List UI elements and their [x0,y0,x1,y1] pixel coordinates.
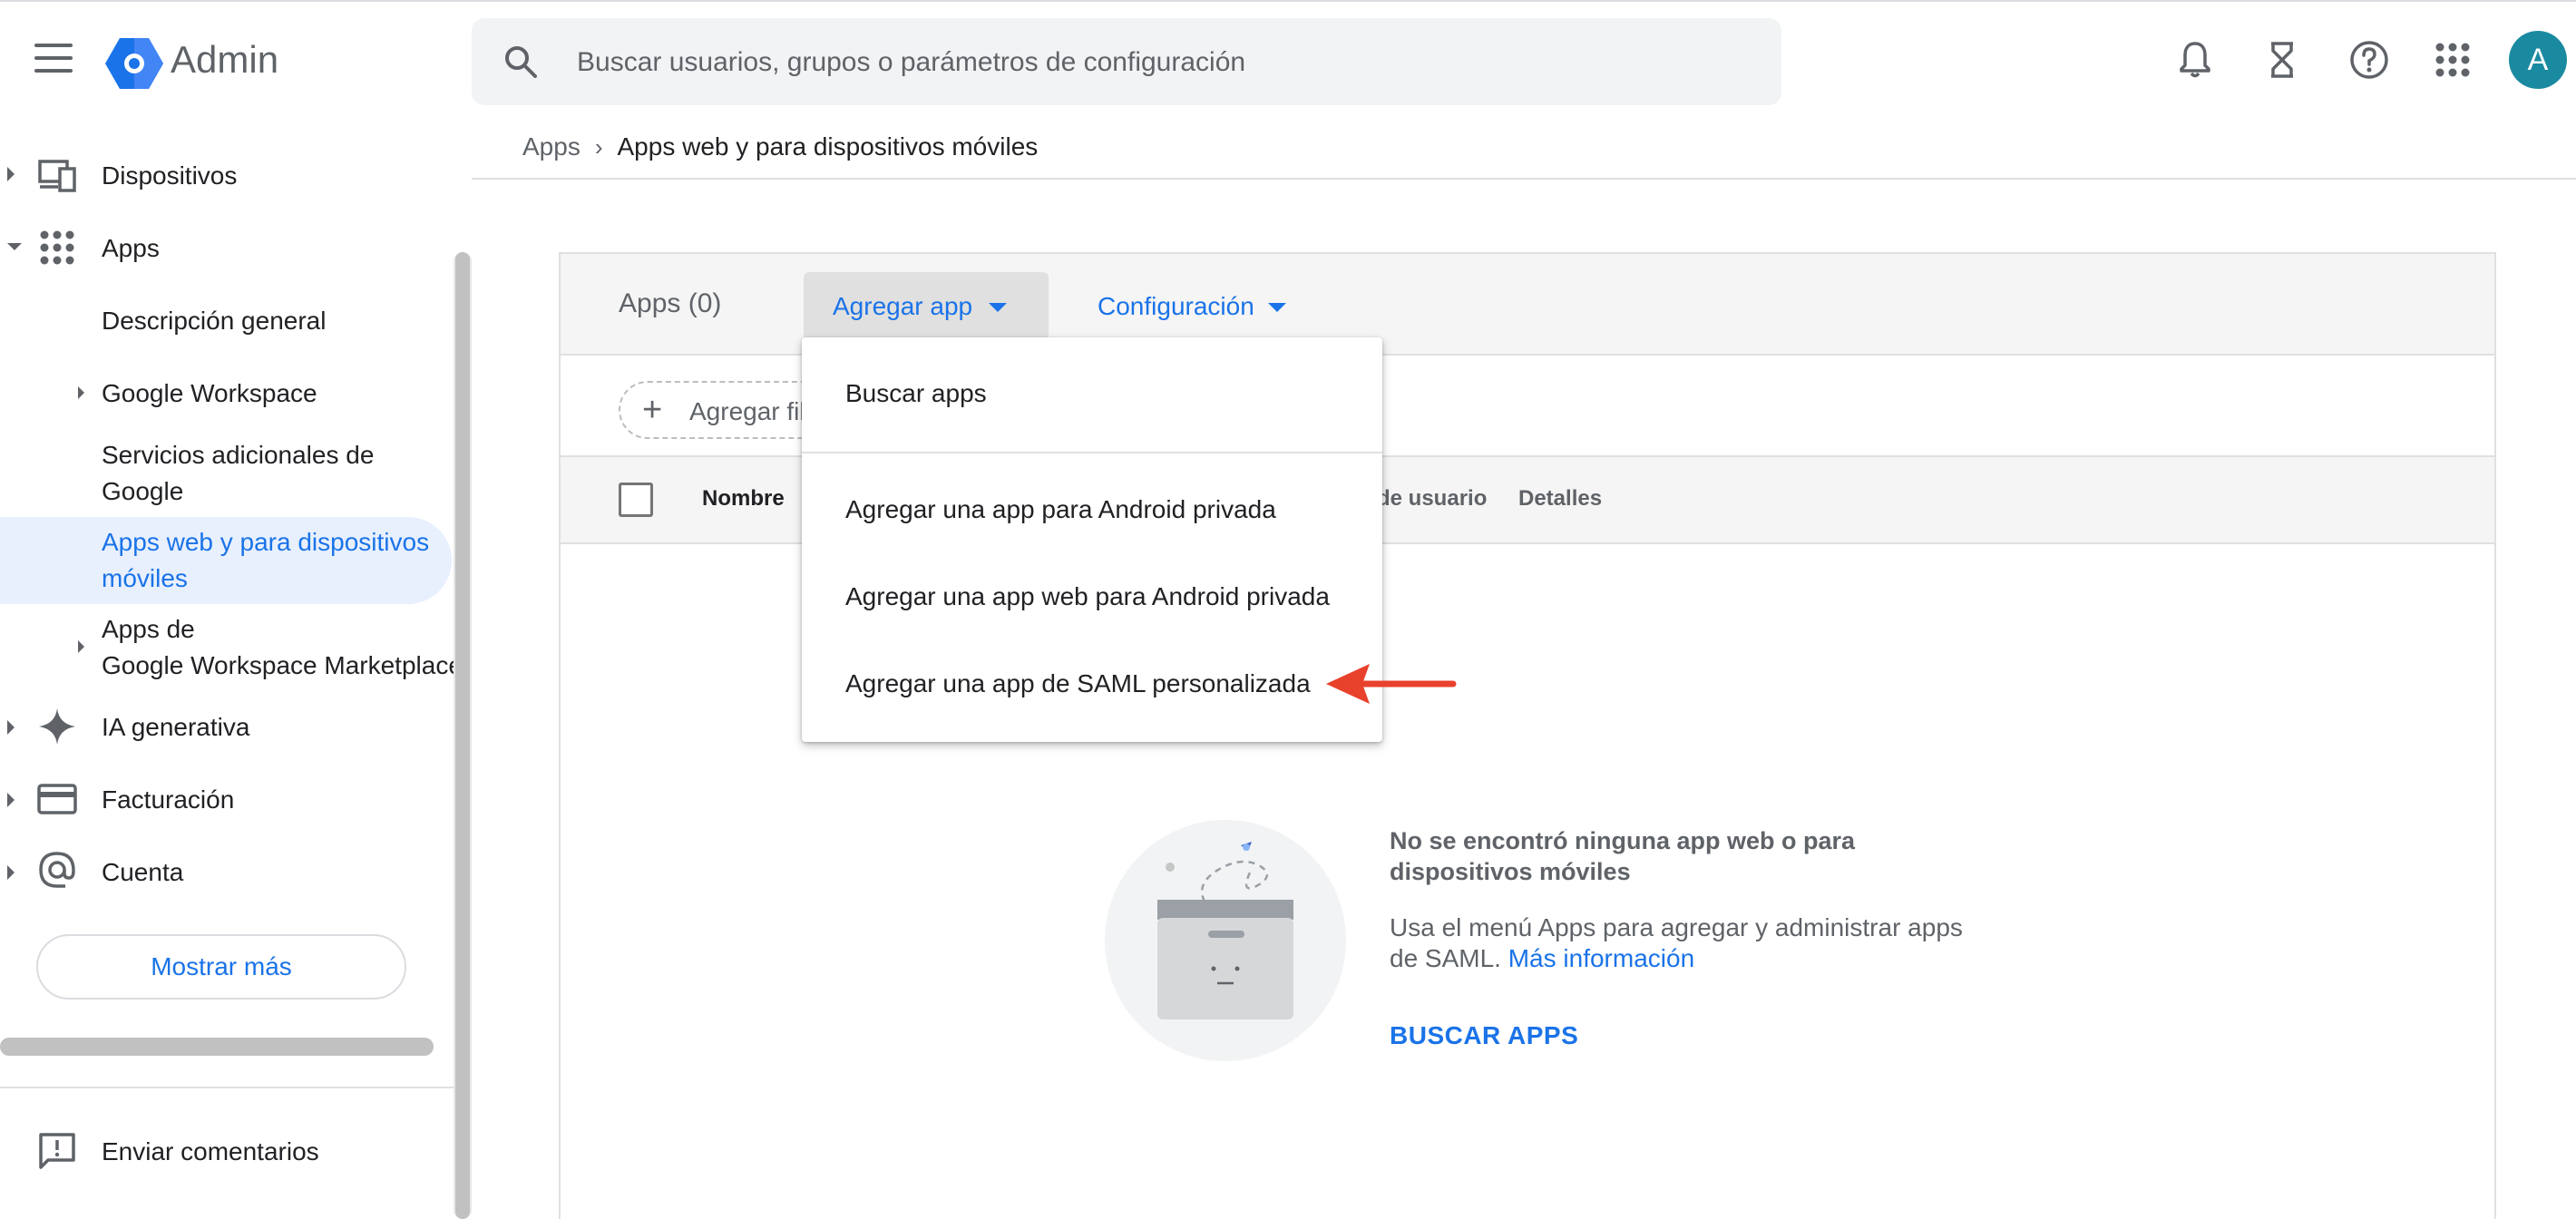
search-icon[interactable] [503,44,539,80]
add-app-button[interactable]: Agregar app [804,272,1049,341]
select-all-checkbox[interactable] [619,483,653,517]
sidebar-item-label: IA generativa [102,713,250,741]
sidebar-item-label: Apps [102,234,160,262]
expand-caret-icon[interactable] [7,865,15,880]
menu-icon[interactable] [34,44,73,80]
search-apps-button[interactable]: BUSCAR APPS [1390,1021,1578,1050]
devices-icon [38,160,76,192]
avatar[interactable]: A [2509,31,2567,89]
chevron-down-icon [1268,303,1286,312]
expand-caret-icon[interactable] [7,720,15,735]
feedback-label: Enviar comentarios [102,1137,319,1165]
menu-item-private-android-app[interactable]: Agregar una app para Android privada [845,495,1276,524]
column-user-access[interactable]: de usuario [1377,486,1487,512]
configuration-label: Configuración [1098,292,1254,320]
expand-caret-icon[interactable] [7,167,15,181]
chevron-right-icon: › [594,133,603,161]
sidebar-subitem-label: Apps de [102,615,195,643]
search-bar[interactable] [472,18,1781,105]
show-more-button[interactable]: Mostrar más [36,934,406,1000]
plus-icon: + [642,391,663,429]
add-app-menu: Buscar apps Agregar una app para Android… [802,337,1382,742]
apps-grid-icon[interactable] [2431,38,2474,82]
hourglass-icon[interactable] [2260,38,2304,82]
expand-caret-icon[interactable] [78,640,84,653]
admin-logo[interactable] [105,36,163,91]
top-bar: Admin A [0,0,2576,120]
search-input[interactable] [577,44,1738,82]
credit-card-icon [37,784,77,814]
at-sign-icon [39,852,75,888]
sidebar-item-label: Facturación [102,785,235,814]
chevron-down-icon [989,303,1007,312]
empty-state-title: No se encontró ninguna app web o para di… [1390,827,1856,885]
breadcrumb: Apps › Apps web y para dispositivos móvile… [522,132,1038,161]
breadcrumb-current: Apps web y para dispositivos móviles [617,132,1039,161]
collapse-caret-icon[interactable] [7,243,22,250]
empty-state-description: Usa el menú Apps para agregar y administ… [1390,912,1970,974]
bell-icon[interactable] [2173,38,2217,82]
sparkle-icon [39,708,75,745]
sidebar-subitem-label: Apps web y para dispositivos [102,528,430,556]
annotation-arrow-icon [1326,664,1457,704]
sidebar-divider [0,1087,454,1088]
sidebar-item-label: Cuenta [102,858,184,886]
menu-item-search-apps[interactable]: Buscar apps [845,379,987,408]
sidebar-subitem-label: Google Workspace [102,379,317,407]
sidebar-subitem-label: móviles [102,564,188,592]
sidebar-subitem-label: Google Workspace Marketplace [102,651,463,679]
header-divider [472,178,2576,180]
learn-more-link[interactable]: Más información [1508,944,1694,972]
empty-box-icon [1157,842,1293,1019]
expand-caret-icon[interactable] [78,386,84,399]
sidebar-vertical-scrollbar[interactable] [455,252,470,1219]
column-details[interactable]: Detalles [1518,486,1602,512]
add-app-label: Agregar app [833,292,973,320]
breadcrumb-apps[interactable]: Apps [522,132,581,161]
sidebar-item-label: Dispositivos [102,161,238,190]
configuration-button[interactable]: Configuración [1068,272,1341,341]
apps-grid-icon [40,230,74,265]
sidebar-subitem-label: Servicios adicionales de [102,441,375,469]
feedback-icon [39,1133,75,1169]
help-icon[interactable] [2347,38,2391,82]
menu-divider [802,452,1382,453]
sidebar-subitem-overview[interactable]: Descripción general [102,303,326,339]
sidebar-horizontal-scrollbar[interactable] [0,1038,434,1056]
menu-item-custom-saml-app[interactable]: Agregar una app de SAML personalizada [845,669,1311,698]
app-title: Admin [171,38,279,81]
apps-count: Apps (0) [619,288,722,318]
column-name[interactable]: Nombre [702,486,785,512]
menu-item-private-android-web-app[interactable]: Agregar una app web para Android privada [845,582,1330,611]
expand-caret-icon[interactable] [7,793,15,807]
sidebar-subitem-label: Google [102,477,184,505]
